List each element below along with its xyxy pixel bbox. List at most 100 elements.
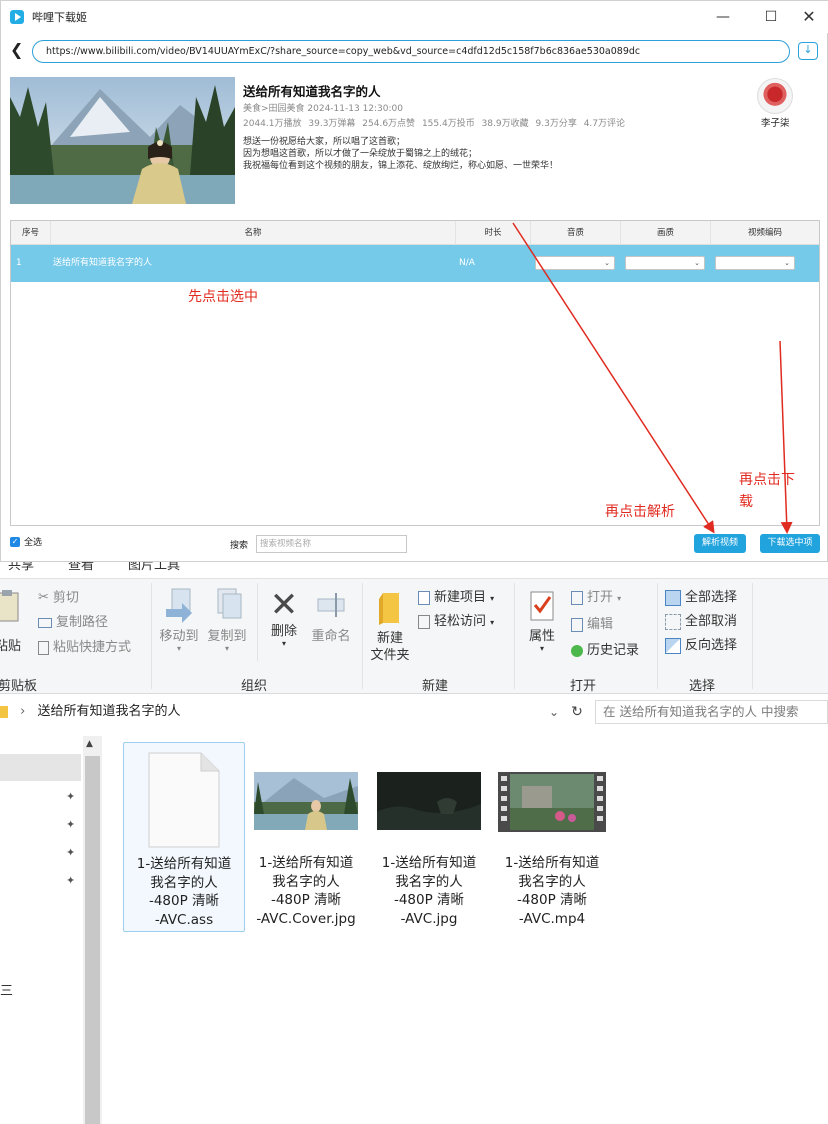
paste-label: 粘贴 (0, 639, 21, 654)
file-item-jpg[interactable]: 1-送给所有知道 我名字的人 -480P 清晰 -AVC.jpg (369, 742, 491, 932)
copy-path-button[interactable]: 复制路径 (38, 614, 108, 632)
description-line: 我祝福每位看到这个视频的朋友，锦上添花、绽放绚烂，称心如愿、一世荣华！ (243, 161, 559, 171)
address-bar: ❮ https://www.bilibili.com/video/BV14UUA… (1, 35, 828, 69)
move-to-label: 移动到 (159, 629, 199, 644)
folder-search-input[interactable]: 在 送给所有知道我名字的人 中搜索 (595, 700, 828, 724)
annotation-step2: 再点击解析 (605, 504, 675, 520)
group-new-label: 新建 (422, 679, 449, 694)
file-name-line: -AVC.Cover.jpg (256, 910, 356, 927)
group-organize-label: 组织 (241, 679, 268, 694)
cut-label: 剪切 (52, 590, 79, 606)
new-item-button[interactable]: 新建项目 ▾ (418, 589, 494, 608)
tab-view[interactable]: 查看 (68, 562, 94, 573)
col-audio: 音质 (531, 221, 621, 245)
select-all-label: 全选 (24, 538, 43, 548)
download-selected-button[interactable]: 下载选中项 (760, 534, 820, 553)
refresh-icon[interactable]: ↻ (567, 702, 587, 722)
table-row[interactable]: 1 送给所有知道我名字的人 N/A ⌄ ⌄ ⌄ (11, 245, 819, 282)
file-name: 1-送给所有知道 我名字的人 -480P 清晰 -AVC.mp4 (492, 854, 612, 928)
select-all-checkbox[interactable]: ✓ (10, 537, 20, 547)
nav-partial-label[interactable]: 三 (0, 980, 13, 999)
copy-to-button[interactable]: 复制到 ▾ (204, 587, 250, 653)
file-item-cover-jpg[interactable]: 1-送给所有知道 我名字的人 -480P 清晰 -AVC.Cover.jpg (246, 742, 368, 932)
edit-label: 编辑 (587, 617, 614, 632)
maximize-icon[interactable]: ☐ (761, 7, 781, 27)
delete-button[interactable]: ✕ 删除 ▾ (264, 587, 304, 648)
pin-icon[interactable]: ✦ (66, 790, 75, 803)
scroll-up-icon[interactable]: ▲ (86, 739, 93, 749)
open-button[interactable]: 打开 ▾ (571, 589, 621, 608)
copy-path-icon (38, 617, 52, 628)
uploader-avatar[interactable] (757, 78, 793, 114)
audio-select[interactable]: ⌄ (535, 256, 615, 270)
scrollbar-thumb[interactable] (85, 756, 100, 1124)
group-clipboard-label: 剪贴板 (0, 679, 38, 694)
codec-select[interactable]: ⌄ (715, 256, 795, 270)
pin-icon[interactable]: ✦ (66, 818, 75, 831)
breadcrumb[interactable]: › 送给所有知道我名字的人 ⌄ (0, 700, 566, 724)
select-none-button[interactable]: 全部取消 (665, 613, 737, 631)
file-name-line: 1-送给所有知道 (136, 856, 232, 872)
nav-selected-item[interactable] (0, 754, 81, 781)
document-file-icon (148, 752, 220, 848)
path-bar: › 送给所有知道我名字的人 ⌄ ↻ 在 送给所有知道我名字的人 中搜索 (0, 698, 828, 728)
easy-access-button[interactable]: 轻松访问 ▾ (418, 613, 494, 632)
divider (362, 583, 363, 689)
row-duration: N/A (459, 258, 475, 268)
file-explorer: 共享 查看 图片工具 粘贴 ✂ 剪切 复制路径 粘贴快捷方式 剪贴板 移动到 ▾ … (0, 562, 828, 1124)
stat-coins: 155.4万投币 (421, 119, 475, 129)
history-button[interactable]: 历史记录 (571, 642, 639, 660)
quality-select[interactable]: ⌄ (625, 256, 705, 270)
group-open-label: 打开 (570, 679, 597, 694)
edit-button[interactable]: 编辑 (571, 616, 613, 634)
dropdown-arrow-icon: ▾ (281, 639, 286, 648)
nav-scrollbar[interactable]: ▲ (83, 736, 102, 1124)
pin-icon[interactable]: ✦ (66, 846, 75, 859)
pin-icon[interactable]: ✦ (66, 874, 75, 887)
open-icon (571, 590, 583, 605)
move-to-button[interactable]: 移动到 ▾ (156, 587, 202, 653)
tab-picture-tools[interactable]: 图片工具 (128, 562, 180, 573)
close-icon[interactable]: ✕ (799, 7, 819, 27)
file-name: 1-送给所有知道 我名字的人 -480P 清晰 -AVC.Cover.jpg (246, 854, 366, 928)
breadcrumb-folder[interactable]: 送给所有知道我名字的人 (37, 704, 180, 719)
video-title: 送给所有知道我名字的人 (243, 84, 381, 99)
rename-button[interactable]: 重命名 (308, 587, 354, 645)
stat-favorites: 38.9万收藏 (481, 119, 529, 129)
properties-label: 属性 (528, 629, 555, 644)
paste-button[interactable]: 粘贴 (0, 589, 28, 655)
url-input[interactable]: https://www.bilibili.com/video/BV14UUAYm… (32, 40, 790, 63)
paste-shortcut-button[interactable]: 粘贴快捷方式 (38, 639, 131, 657)
invert-selection-label: 反向选择 (685, 638, 738, 653)
file-item-mp4[interactable]: 1-送给所有知道 我名字的人 -480P 清晰 -AVC.mp4 (492, 742, 614, 932)
file-name-line: 我名字的人 (395, 873, 463, 890)
cut-button[interactable]: ✂ 剪切 (38, 589, 79, 608)
back-arrow-icon[interactable]: ❮ (10, 41, 23, 59)
invert-selection-button[interactable]: 反向选择 (665, 637, 737, 655)
video-search-input[interactable]: 搜索视频名称 (256, 535, 407, 553)
history-label: 历史记录 (587, 643, 640, 658)
paste-shortcut-icon (38, 640, 49, 655)
file-name-line: -480P 清晰 (148, 893, 220, 909)
minimize-icon[interactable]: — (713, 7, 733, 27)
uploader-name[interactable]: 李子柒 (761, 115, 790, 129)
new-item-label: 新建项目 (434, 590, 487, 605)
app-logo-icon (10, 10, 24, 24)
download-manager-icon[interactable]: ↓ (798, 42, 818, 60)
file-name: 1-送给所有知道 我名字的人 -480P 清晰 -AVC.ass (124, 855, 244, 929)
chevron-down-icon[interactable]: ⌄ (549, 700, 559, 724)
video-table: 序号 名称 时长 音质 画质 视频编码 1 送给所有知道我名字的人 N/A ⌄ … (10, 220, 820, 526)
select-none-label: 全部取消 (685, 614, 738, 629)
properties-button[interactable]: 属性 ▾ (522, 589, 562, 653)
edit-pencil-icon (571, 617, 583, 632)
file-name-line: -AVC.ass (154, 911, 214, 928)
chevron-right-icon[interactable]: › (20, 704, 25, 719)
select-none-icon (665, 613, 681, 630)
file-item-ass[interactable]: 1-送给所有知道 我名字的人 -480P 清晰 -AVC.ass (123, 742, 245, 932)
tab-share[interactable]: 共享 (8, 562, 34, 573)
copy-to-label: 复制到 (207, 629, 247, 644)
select-all-button[interactable]: 全部选择 (665, 589, 737, 607)
row-index: 1 (16, 258, 22, 268)
parse-video-button[interactable]: 解析视频 (694, 534, 746, 553)
new-folder-button[interactable]: 新建 文件夹 (366, 589, 414, 664)
